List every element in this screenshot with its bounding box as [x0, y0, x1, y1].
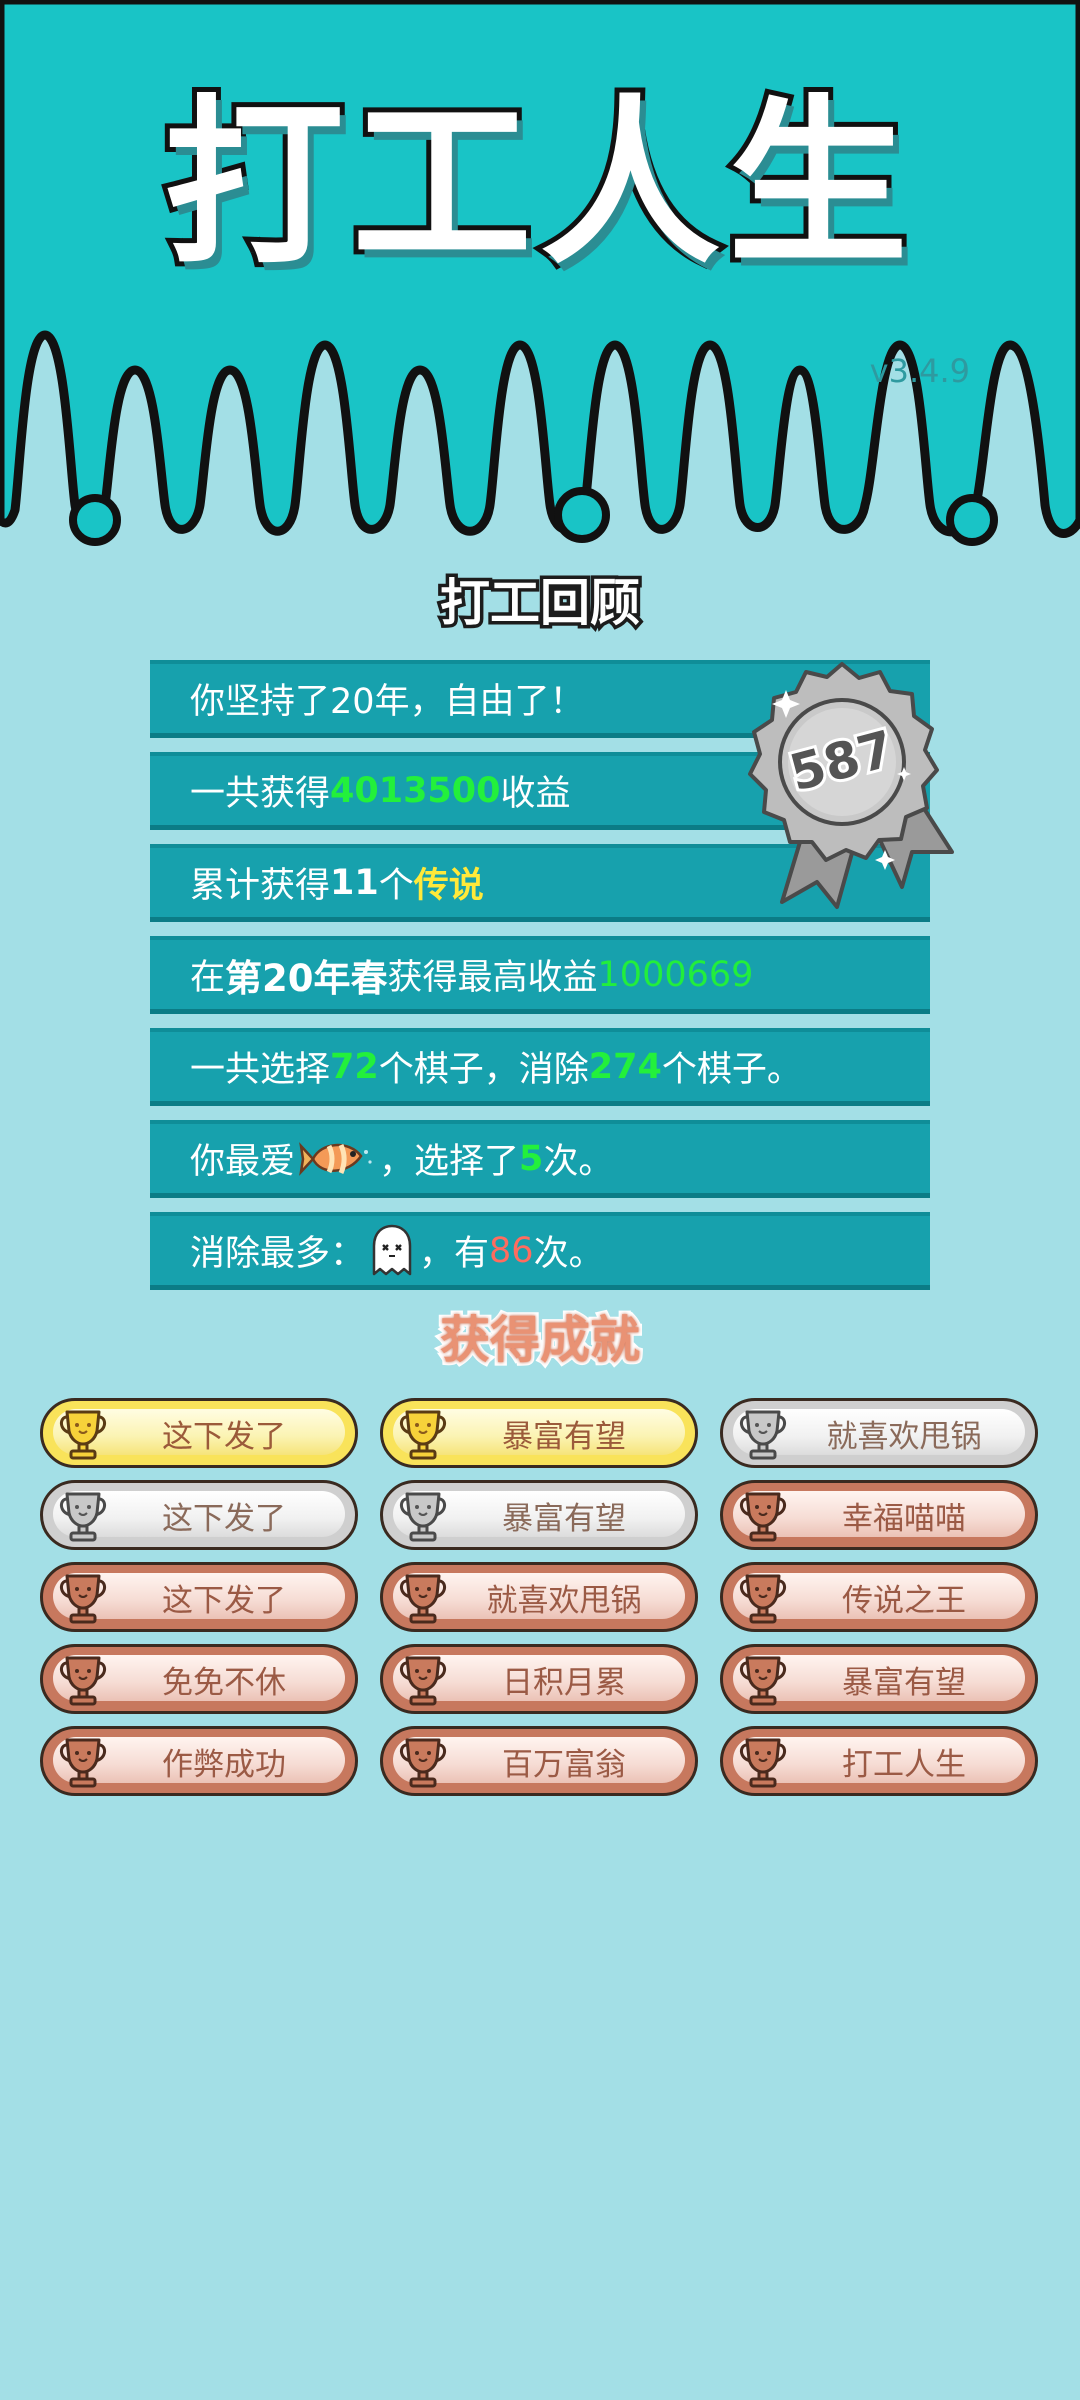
- trophy-icon: [740, 1656, 786, 1706]
- achievement-label: 这下发了: [162, 1500, 286, 1537]
- achievement-badge[interactable]: 幸福喵喵: [720, 1480, 1038, 1550]
- best-income-value: 1000669: [597, 954, 754, 995]
- achievement-badge[interactable]: 打工人生: [720, 1726, 1038, 1796]
- achievement-badge[interactable]: 暴富有望: [720, 1644, 1038, 1714]
- achievement-badge[interactable]: 免免不休: [40, 1644, 358, 1714]
- ghost-icon: [372, 1224, 412, 1275]
- achievement-badge[interactable]: 这下发了: [40, 1398, 358, 1468]
- trophy-icon: [60, 1574, 106, 1624]
- stat-row-pieces: 一共选择 72 个棋子，消除 274 个棋子。: [150, 1028, 930, 1106]
- stat-text: ，有: [419, 1234, 490, 1274]
- achievement-badge[interactable]: 日积月累: [380, 1644, 698, 1714]
- achievement-label: 暴富有望: [502, 1500, 626, 1537]
- drip-drop: [946, 494, 998, 546]
- trophy-icon: [740, 1410, 786, 1460]
- trophy-icon: [740, 1492, 786, 1542]
- achievement-badge[interactable]: 作弊成功: [40, 1726, 358, 1796]
- review-title: 打工回顾: [437, 574, 644, 632]
- game-title: 打工人生: [159, 80, 916, 289]
- drip-drop: [554, 487, 610, 543]
- achievement-badge[interactable]: 暴富有望: [380, 1398, 698, 1468]
- achievement-label: 百万富翁: [502, 1746, 626, 1783]
- trophy-icon: [60, 1410, 106, 1460]
- stat-text: 一共获得: [190, 774, 331, 814]
- stat-row-best-income: 在 第20年春 获得最高收益 1000669: [150, 936, 930, 1014]
- fish-icon: [299, 1141, 372, 1176]
- achievement-label: 幸福喵喵: [842, 1500, 966, 1537]
- trophy-icon: [400, 1574, 446, 1624]
- trophy-icon: [400, 1738, 446, 1788]
- achievements-title: 获得成就: [437, 1311, 644, 1369]
- pieces-removed-value: 274: [588, 1046, 662, 1087]
- legend-count-value: 11: [330, 862, 379, 903]
- legend-label: 传说: [413, 866, 484, 906]
- achievement-label: 传说之王: [842, 1582, 966, 1619]
- stat-text: 次。: [533, 1234, 604, 1274]
- achievement-label: 就喜欢甩锅: [826, 1418, 982, 1455]
- stat-text: 个棋子，消除: [378, 1050, 589, 1090]
- trophy-icon: [60, 1738, 106, 1788]
- achievement-label: 免免不休: [162, 1664, 286, 1701]
- stat-text: 在: [190, 958, 226, 998]
- achievement-label: 这下发了: [162, 1582, 286, 1619]
- trophy-icon: [60, 1656, 106, 1706]
- achievement-label: 这下发了: [162, 1418, 286, 1455]
- trophy-icon: [400, 1656, 446, 1706]
- version-label: v3.4.9: [869, 352, 970, 390]
- stat-text: 累计获得: [190, 866, 331, 906]
- achievement-badge[interactable]: 这下发了: [40, 1480, 358, 1550]
- stat-text: 个棋子。: [661, 1050, 802, 1090]
- stat-text: 你最爱: [190, 1142, 296, 1182]
- achievement-label: 就喜欢甩锅: [486, 1582, 642, 1619]
- total-earnings-value: 4013500: [330, 770, 501, 811]
- favorite-count-value: 5: [519, 1138, 544, 1179]
- score-rosette-badge: 587: [748, 662, 954, 909]
- trophy-icon: [400, 1492, 446, 1542]
- stat-row-most-removed: 消除最多： ，有 86 次。: [150, 1212, 930, 1290]
- stat-text: 你坚持了20年，自由了！: [190, 682, 585, 722]
- best-season-value: 第20年春: [225, 956, 388, 1000]
- trophy-icon: [60, 1492, 106, 1542]
- achievement-badge[interactable]: 这下发了: [40, 1562, 358, 1632]
- drip-drop: [69, 494, 121, 546]
- trophy-icon: [740, 1738, 786, 1788]
- stat-text: 获得最高收益: [387, 958, 598, 998]
- achievement-label: 作弊成功: [162, 1746, 286, 1783]
- trophy-icon: [400, 1410, 446, 1460]
- achievement-label: 日积月累: [502, 1664, 626, 1701]
- stat-text: ，选择了: [379, 1142, 520, 1182]
- achievement-label: 打工人生: [842, 1746, 966, 1783]
- achievement-label: 暴富有望: [842, 1664, 966, 1701]
- pieces-chosen-value: 72: [330, 1046, 379, 1087]
- trophy-icon: [740, 1574, 786, 1624]
- stat-text: 消除最多：: [190, 1234, 366, 1274]
- achievement-badge[interactable]: 就喜欢甩锅: [380, 1562, 698, 1632]
- achievement-badge[interactable]: 暴富有望: [380, 1480, 698, 1550]
- achievement-badge[interactable]: 就喜欢甩锅: [720, 1398, 1038, 1468]
- achievement-badge[interactable]: 百万富翁: [380, 1726, 698, 1796]
- stat-text: 次。: [543, 1142, 614, 1182]
- header-banner: 打工人生 v3.4.9: [0, 0, 1080, 560]
- stat-row-favorite: 你最爱 ，选择了 5 次。: [150, 1120, 930, 1198]
- achievement-label: 暴富有望: [502, 1418, 626, 1455]
- stat-text: 一共选择: [190, 1050, 331, 1090]
- stat-text: 个: [378, 866, 414, 906]
- achievement-badge[interactable]: 传说之王: [720, 1562, 1038, 1632]
- most-removed-count-value: 86: [489, 1230, 534, 1271]
- stat-text: 收益: [500, 774, 571, 814]
